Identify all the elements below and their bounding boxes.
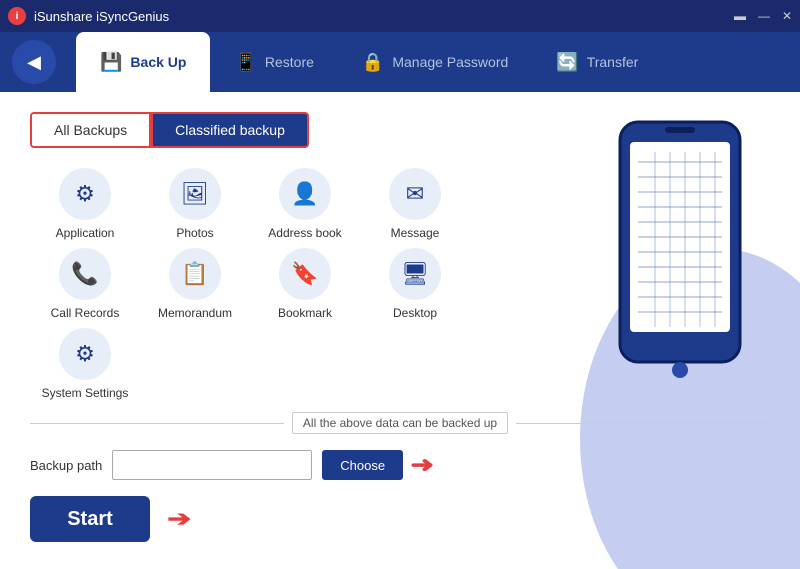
- sub-tab-row: All Backups Classified backup: [30, 112, 770, 148]
- arrow-left-icon: ➔: [167, 506, 191, 532]
- memorandum-label: Memorandum: [158, 306, 232, 320]
- backup-icon: 💾: [100, 52, 122, 73]
- backup-path-label: Backup path: [30, 458, 102, 473]
- navbar: ◀ 💾 Back Up 📱 Restore 🔒 Manage Password …: [0, 32, 800, 92]
- tab-transfer-label: Transfer: [587, 54, 639, 70]
- icon-system-settings[interactable]: ⚙ System Settings: [30, 328, 140, 400]
- sub-tab-classified-backup[interactable]: Classified backup: [151, 112, 309, 148]
- icon-address-book[interactable]: 👤 Address book: [250, 168, 360, 240]
- system-settings-icon: ⚙: [59, 328, 111, 380]
- bookmark-icon: 🔖: [279, 248, 331, 300]
- tab-restore[interactable]: 📱 Restore: [210, 32, 337, 92]
- restore-icon: 📱: [234, 52, 256, 73]
- icons-grid: ⚙ Application 🖼 Photos 👤 Address book ✉ …: [30, 168, 770, 400]
- divider-text: All the above data can be backed up: [292, 412, 508, 434]
- call-records-label: Call Records: [51, 306, 120, 320]
- divider-line-left: [30, 423, 284, 424]
- address-book-label: Address book: [268, 226, 341, 240]
- tab-manage-password-label: Manage Password: [392, 54, 508, 70]
- app-icon: i: [8, 7, 26, 25]
- application-label: Application: [56, 226, 115, 240]
- close-icon[interactable]: ✕: [782, 9, 792, 23]
- application-icon: ⚙: [59, 168, 111, 220]
- start-btn-row: Start ➔: [30, 496, 770, 542]
- icon-memorandum[interactable]: 📋 Memorandum: [140, 248, 250, 320]
- divider-row: All the above data can be backed up: [30, 412, 770, 434]
- icon-call-records[interactable]: 📞 Call Records: [30, 248, 140, 320]
- address-book-icon: 👤: [279, 168, 331, 220]
- icon-photos[interactable]: 🖼 Photos: [140, 168, 250, 240]
- titlebar: i iSunshare iSyncGenius ▬ — ✕: [0, 0, 800, 32]
- choose-button[interactable]: Choose: [322, 450, 403, 480]
- desktop-label: Desktop: [393, 306, 437, 320]
- desktop-icon: 🖥: [389, 248, 441, 300]
- main-content: All Backups Classified backup ⚙ Applicat…: [0, 92, 800, 569]
- backup-path-input[interactable]: [112, 450, 312, 480]
- app-name: iSunshare iSyncGenius: [34, 9, 169, 24]
- maximize-icon[interactable]: —: [758, 9, 770, 23]
- tab-backup[interactable]: 💾 Back Up: [76, 32, 210, 92]
- icon-message[interactable]: ✉ Message: [360, 168, 470, 240]
- call-records-icon: 📞: [59, 248, 111, 300]
- titlebar-left: i iSunshare iSyncGenius: [8, 7, 169, 25]
- icon-application[interactable]: ⚙ Application: [30, 168, 140, 240]
- photos-label: Photos: [176, 226, 213, 240]
- nav-tabs: 💾 Back Up 📱 Restore 🔒 Manage Password 🔄 …: [76, 32, 662, 92]
- divider-line-right: [516, 423, 770, 424]
- memorandum-icon: 📋: [169, 248, 221, 300]
- bookmark-label: Bookmark: [278, 306, 332, 320]
- message-icon: ✉: [389, 168, 441, 220]
- transfer-icon: 🔄: [556, 52, 578, 73]
- icon-bookmark[interactable]: 🔖 Bookmark: [250, 248, 360, 320]
- lock-icon: 🔒: [362, 52, 384, 73]
- content-area: All Backups Classified backup ⚙ Applicat…: [0, 92, 800, 569]
- message-label: Message: [391, 226, 440, 240]
- tab-manage-password[interactable]: 🔒 Manage Password: [338, 32, 532, 92]
- titlebar-controls: ▬ — ✕: [734, 9, 792, 23]
- arrow-right-icon: ➜: [410, 452, 434, 478]
- back-button[interactable]: ◀: [12, 40, 56, 84]
- sub-tab-all-backups[interactable]: All Backups: [30, 112, 151, 148]
- backup-path-row: Backup path Choose ➜: [30, 450, 770, 480]
- tab-restore-label: Restore: [265, 54, 314, 70]
- tab-backup-label: Back Up: [130, 54, 186, 70]
- system-settings-label: System Settings: [42, 386, 129, 400]
- tab-transfer[interactable]: 🔄 Transfer: [532, 32, 662, 92]
- icon-desktop[interactable]: 🖥 Desktop: [360, 248, 470, 320]
- start-button[interactable]: Start: [30, 496, 150, 542]
- minimize-icon[interactable]: ▬: [734, 9, 746, 23]
- photos-icon: 🖼: [169, 168, 221, 220]
